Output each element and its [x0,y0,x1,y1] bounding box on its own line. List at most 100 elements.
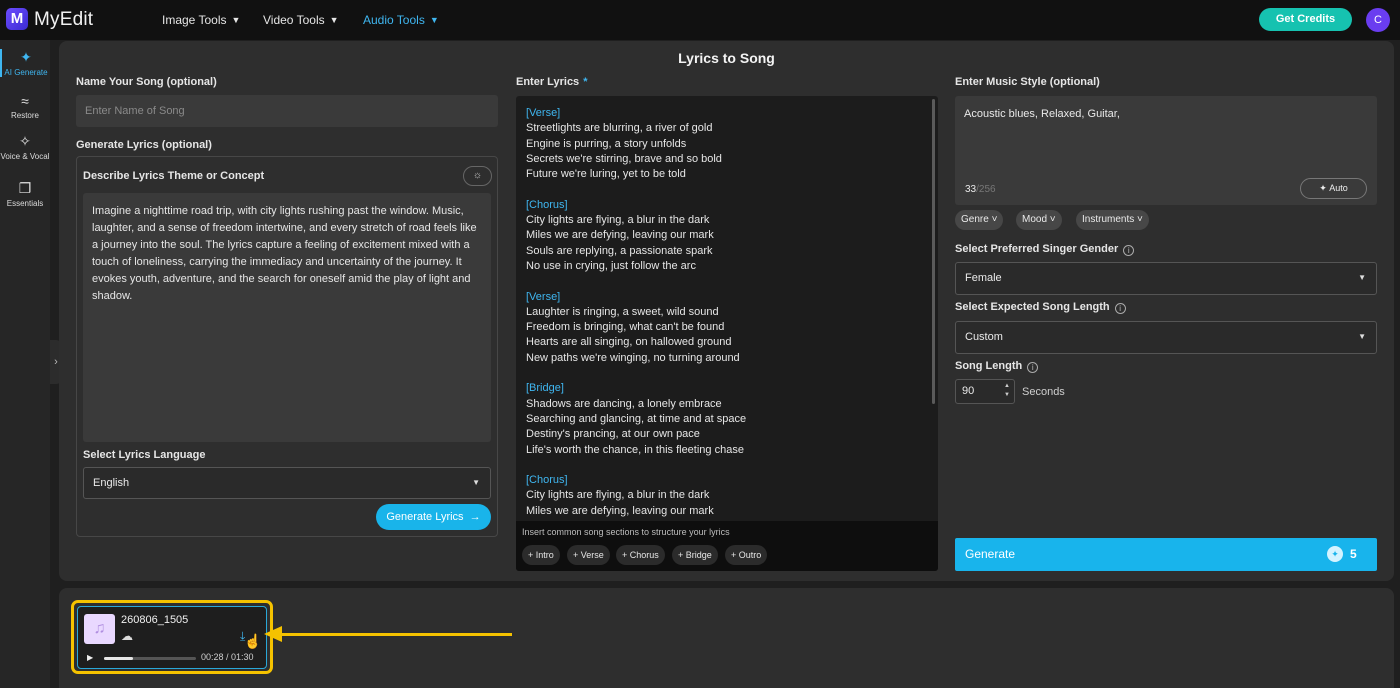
song-result-card[interactable]: ♫ 260806_1505 ☁ ⤓ ▶ 00:28 / 01:30 [77,606,267,669]
lyrics-line [526,274,926,289]
insert-outro-chip[interactable]: + Outro [725,545,768,565]
insert-bridge-chip[interactable]: + Bridge [672,545,718,565]
waveform-icon: ≈ [21,93,29,109]
avatar[interactable]: C [1366,8,1390,32]
sidebar-item-voice-vocal[interactable]: ✧ Voice & Vocal [0,133,50,161]
nav-audio-tools[interactable]: Audio Tools ▼ [363,13,439,27]
insert-intro-chip[interactable]: + Intro [522,545,560,565]
lyrics-scrollbar[interactable] [932,99,935,404]
nav-image-tools[interactable]: Image Tools ▼ [162,13,240,27]
lyrics-section-header: [Bridge] [526,382,564,395]
char-counter: 33/256 [965,184,996,195]
language-select[interactable]: English ▼ [83,467,491,499]
info-icon[interactable]: i [1027,362,1039,373]
lyrics-line: Souls are replying, a passionate spark [526,244,713,257]
genre-dropdown[interactable]: Genre ˅ [955,210,1004,230]
music-style-label: Enter Music Style (optional) [955,76,1100,88]
generate-label: Generate [965,547,1016,561]
generate-lyrics-button[interactable]: Generate Lyrics → [376,504,491,530]
singer-gender-select[interactable]: Female ▼ [955,262,1377,295]
sidebar-item-restore[interactable]: ≈ Restore [0,93,50,120]
copy-icon: ❐ [18,180,32,196]
lyrics-line: Freedom is bringing, what can't be found [526,321,725,334]
chevron-down-icon: ▼ [329,15,339,25]
annotation-arrow-head [264,626,282,642]
music-style-input[interactable]: Acoustic blues, Relaxed, Guitar, 33/256 … [955,96,1377,205]
nav-audio-tools-label: Audio Tools [363,13,425,27]
generate-lyrics-label: Generate Lyrics (optional) [76,139,212,151]
char-count: 33 [965,184,977,195]
playback-progress[interactable] [104,657,196,660]
insert-verse-chip[interactable]: + Verse [567,545,610,565]
lyrics-line [526,458,926,473]
arrow-right-icon: → [466,511,481,523]
theme-textarea[interactable]: Imagine a nighttime road trip, with city… [83,193,491,442]
get-credits-button[interactable]: Get Credits [1259,8,1352,31]
lyrics-line: Miles we are defying, leaving our mark [526,229,714,242]
lyrics-line [526,182,926,197]
credit-icon: ✦ [1327,546,1343,562]
chevron-right-icon: › [54,356,58,368]
lyrics-line: Laughter is ringing, a sweet, wild sound [526,305,719,318]
sidebar-item-label: Restore [10,111,39,120]
auto-button[interactable]: ✦ Auto [1300,178,1367,199]
auto-label: Auto [1329,183,1348,193]
chevron-down-icon: ˅ [1134,214,1143,225]
lyrics-line: Searching and glancing, at time and at s… [526,412,747,425]
lyrics-label-text: Enter Lyrics [516,76,580,88]
song-length-label-text: Song Length [955,360,1023,372]
lyrics-editor[interactable]: [Verse] Streetlights are blurring, a rive… [516,96,938,571]
caret-down-icon: ▼ [472,478,480,487]
song-length-input[interactable]: 90 ▲ ▼ [955,379,1015,404]
cloud-upload-icon[interactable]: ☁ [121,629,133,643]
chevron-down-icon: ˅ [1047,214,1056,225]
nav-video-tools-label: Video Tools [263,13,325,27]
nav-video-tools[interactable]: Video Tools ▼ [263,13,339,27]
song-result-name: 260806_1505 [121,614,189,626]
nav-image-tools-label: Image Tools [162,13,227,27]
song-length-select[interactable]: Custom ▼ [955,321,1377,354]
lightbulb-icon[interactable]: ☼ [463,166,492,186]
insert-chorus-chip[interactable]: + Chorus [616,545,665,565]
info-icon[interactable]: i [1114,303,1126,314]
mood-dropdown[interactable]: Mood ˅ [1016,210,1062,230]
generate-button[interactable]: Generate ✦ 5 [955,538,1377,571]
caret-down-icon: ▼ [1358,273,1366,282]
lyrics-line: Hearts are all singing, on hallowed grou… [526,336,732,349]
singer-gender-value: Female [965,272,1002,284]
sidebar: ✦ AI Generate ≈ Restore ✧ Voice & Vocal … [0,40,50,688]
instruments-dropdown[interactable]: Instruments ˅ [1076,210,1149,230]
lyrics-line: Secrets we're stirring, brave and so bol… [526,152,722,165]
caret-down-icon: ▼ [1358,332,1366,341]
annotation-arrow-line [282,633,512,636]
music-style-value: Acoustic blues, Relaxed, Guitar, [964,108,1120,120]
song-name-input[interactable]: Enter Name of Song [76,95,498,127]
chevron-down-icon: ▼ [231,15,241,25]
sidebar-item-ai-generate[interactable]: ✦ AI Generate [0,49,50,77]
top-bar: M MyEdit Image Tools ▼ Video Tools ▼ Audio… [0,0,1400,40]
stepper-arrows-icon[interactable]: ▲ ▼ [1004,382,1010,400]
lyrics-section-header: [Verse] [526,290,561,303]
myedit-logo[interactable]: M [6,8,28,30]
brand-name[interactable]: MyEdit [34,9,93,31]
lyrics-textarea[interactable]: [Verse] Streetlights are blurring, a rive… [526,106,926,521]
generate-cost: 5 [1350,547,1357,561]
play-icon[interactable]: ▶ [87,653,93,662]
song-name-label: Name Your Song (optional) [76,76,217,88]
lyrics-line: City lights are flying, a blur in the da… [526,489,710,502]
seconds-unit: Seconds [1022,386,1065,398]
genre-label: Genre [961,214,989,225]
song-length-label: Song Length i [955,360,1039,373]
mood-label: Mood [1022,214,1048,225]
song-length-number: 90 [962,385,975,397]
theme-label: Describe Lyrics Theme or Concept [83,170,265,182]
progress-fill [104,657,133,660]
sidebar-item-essentials[interactable]: ❐ Essentials [0,180,50,208]
page-title: Lyrics to Song [678,50,775,66]
lyrics-line: Destiny's prancing, at our own pace [526,428,700,441]
sidebar-item-label: Essentials [6,199,44,208]
info-icon[interactable]: i [1123,245,1135,256]
song-length-select-label-text: Select Expected Song Length [955,301,1110,313]
language-label: Select Lyrics Language [83,449,206,461]
lyrics-line: Life's worth the chance, in this fleetin… [526,443,744,456]
